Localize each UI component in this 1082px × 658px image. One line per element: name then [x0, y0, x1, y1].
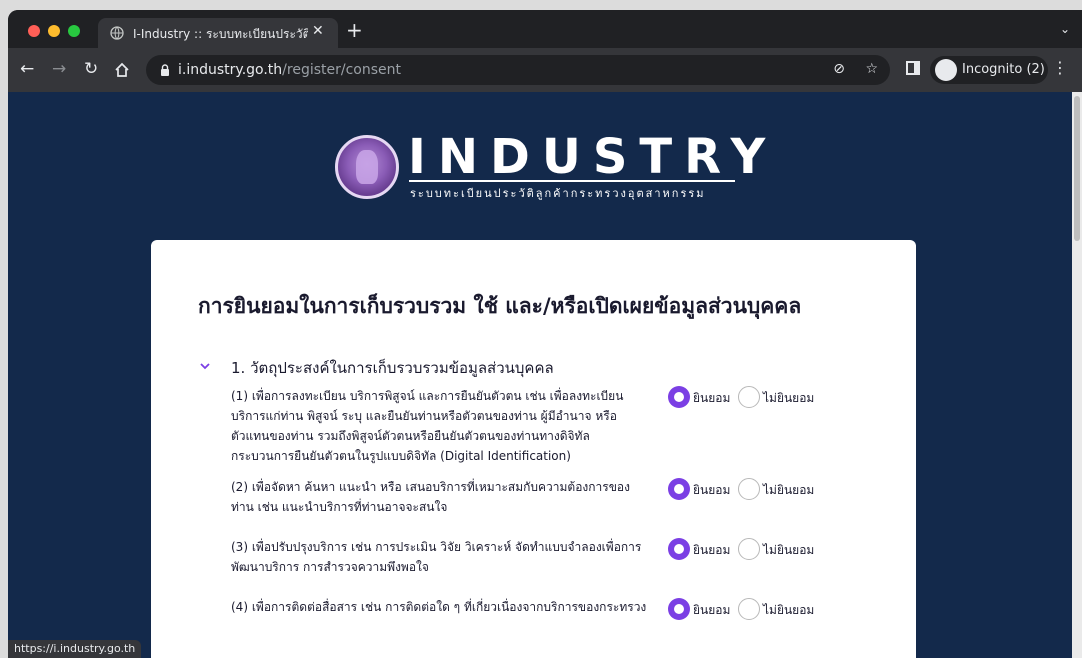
eye-off-icon[interactable]: ⊘	[833, 61, 845, 77]
page-viewport: INDUSTRY ระบบทะเบียนประวัติลูกค้ากระทรวง…	[8, 92, 1082, 658]
browser-toolbar: ← → ↻ i.industry.go.th/register/consent …	[8, 48, 1082, 92]
accept-label[interactable]: ยินยอม	[693, 601, 730, 620]
decline-radio[interactable]	[738, 478, 760, 500]
accept-label[interactable]: ยินยอม	[693, 541, 730, 560]
logo-divider	[409, 180, 735, 182]
tab-search-chevron-icon[interactable]: ⌄	[1060, 22, 1070, 36]
accept-radio[interactable]	[668, 598, 690, 620]
decline-label[interactable]: ไม่ยินยอม	[763, 481, 814, 500]
address-bar[interactable]: i.industry.go.th/register/consent ⊘ ☆	[146, 55, 890, 85]
purpose-item-4: (4) เพื่อการติดต่อสื่อสาร เช่น การติดต่อ…	[231, 600, 647, 614]
decline-label[interactable]: ไม่ยินยอม	[763, 389, 814, 408]
maximize-window-button[interactable]	[68, 25, 80, 37]
url-path: /register/consent	[282, 62, 402, 78]
lock-icon	[161, 64, 169, 76]
star-icon[interactable]: ☆	[865, 61, 878, 77]
consent-card: การยินยอมในการเก็บรวบรวม ใช้ และ/หรือเปิ…	[151, 240, 916, 658]
accept-radio[interactable]	[668, 538, 690, 560]
page-title: การยินยอมในการเก็บรวบรวม ใช้ และ/หรือเปิ…	[198, 294, 802, 318]
decline-label[interactable]: ไม่ยินยอม	[763, 541, 814, 560]
decline-label[interactable]: ไม่ยินยอม	[763, 601, 814, 620]
more-menu-icon[interactable]: ⋮	[1052, 59, 1068, 77]
accept-radio[interactable]	[668, 478, 690, 500]
incognito-label: Incognito (2)	[962, 62, 1045, 77]
accept-radio[interactable]	[668, 386, 690, 408]
minimize-window-button[interactable]	[48, 25, 60, 37]
chevron-down-icon[interactable]	[199, 360, 211, 372]
accept-label[interactable]: ยินยอม	[693, 481, 730, 500]
status-bar: https://i.industry.go.th	[8, 640, 142, 658]
purpose-item-1: (1) เพื่อการลงทะเบียน บริการพิสูจน์ และก…	[231, 389, 624, 463]
purpose-item-3: (3) เพื่อปรับปรุงบริการ เช่น การประเมิน …	[231, 540, 642, 574]
close-window-button[interactable]	[28, 25, 40, 37]
back-arrow-icon[interactable]: ←	[20, 59, 34, 79]
url-text: i.industry.go.th/register/consent	[178, 62, 401, 78]
scrollbar-thumb[interactable]	[1074, 96, 1080, 241]
tab-strip: I-Industry :: ระบบทะเบียนประวัติลู ✕ + ⌄	[8, 10, 1082, 48]
tab-title: I-Industry :: ระบบทะเบียนประวัติลู	[133, 27, 308, 41]
side-panel-icon[interactable]	[906, 61, 920, 75]
scrollbar[interactable]	[1072, 92, 1082, 658]
home-icon[interactable]	[114, 62, 130, 78]
logo-wordmark: INDUSTRY	[408, 129, 778, 185]
accept-label[interactable]: ยินยอม	[693, 389, 730, 408]
incognito-icon	[935, 59, 957, 81]
globe-icon	[110, 26, 124, 40]
logo-subtitle: ระบบทะเบียนประวัติลูกค้ากระทรวงอุตสาหกรร…	[410, 187, 706, 200]
close-icon[interactable]: ✕	[312, 23, 324, 39]
decline-radio[interactable]	[738, 386, 760, 408]
decline-radio[interactable]	[738, 598, 760, 620]
reload-icon[interactable]: ↻	[84, 59, 98, 79]
purpose-item-2: (2) เพื่อจัดหา ค้นหา แนะนำ หรือ เสนอบริก…	[231, 480, 630, 514]
decline-radio[interactable]	[738, 538, 760, 560]
new-tab-button[interactable]: +	[346, 20, 363, 40]
incognito-indicator[interactable]: Incognito (2)	[930, 56, 1048, 84]
browser-window: I-Industry :: ระบบทะเบียนประวัติลู ✕ + ⌄…	[8, 10, 1082, 658]
ministry-seal-logo	[335, 135, 399, 199]
forward-arrow-icon[interactable]: →	[52, 59, 66, 79]
url-domain: i.industry.go.th	[178, 62, 283, 78]
browser-tab[interactable]: I-Industry :: ระบบทะเบียนประวัติลู ✕	[98, 18, 338, 48]
section-title[interactable]: 1. วัตถุประสงค์ในการเก็บรวบรวมข้อมูลส่วน…	[231, 356, 554, 380]
